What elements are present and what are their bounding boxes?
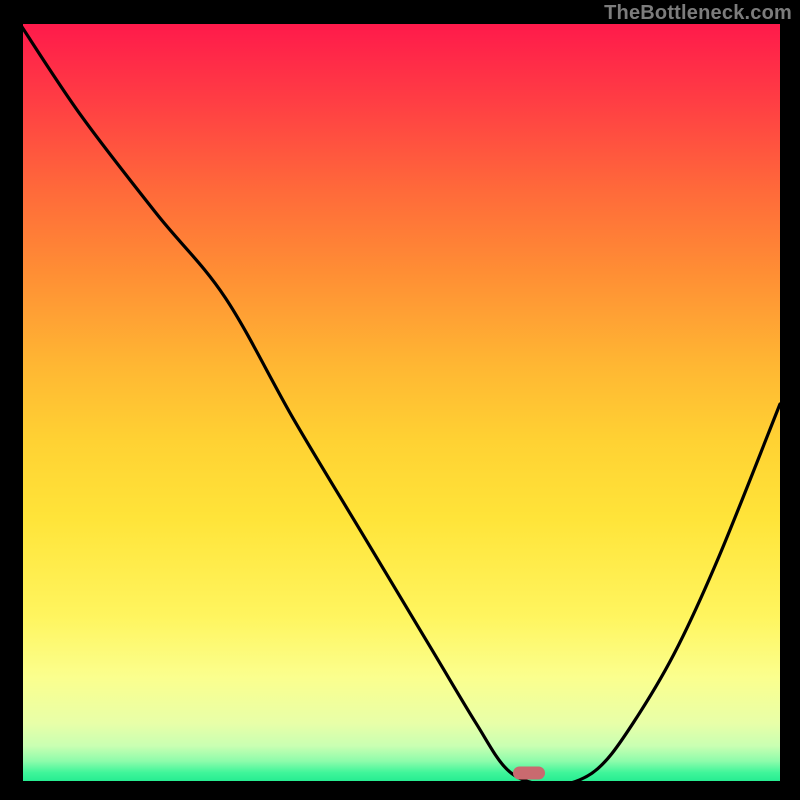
watermark-text: TheBottleneck.com xyxy=(604,2,792,25)
optimal-marker xyxy=(513,766,545,779)
chart-frame: TheBottleneck.com xyxy=(0,0,800,800)
bottleneck-curve xyxy=(20,24,780,784)
curve-layer xyxy=(20,24,780,784)
